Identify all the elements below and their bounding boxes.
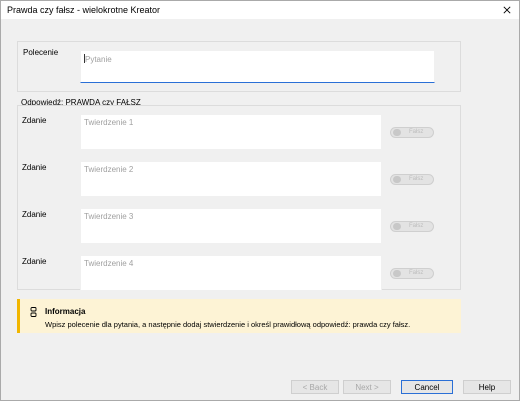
question-panel: Polecenie Pytanie: [17, 41, 461, 92]
toggle-label: Fałsz: [409, 129, 424, 135]
true-false-toggle-2[interactable]: Fałsz: [390, 174, 434, 185]
question-label: Polecenie: [23, 48, 59, 57]
statement-placeholder: Twierdzenie 1: [84, 118, 134, 127]
window-title: Prawda czy fałsz - wielokrotne Kreator: [7, 5, 161, 15]
statement-input-3[interactable]: Twierdzenie 3: [80, 208, 382, 244]
toggle-label: Fałsz: [409, 270, 424, 276]
next-button[interactable]: Next >: [343, 380, 391, 394]
close-button[interactable]: [495, 1, 519, 19]
info-icon: [30, 307, 37, 317]
answers-panel: Zdanie Twierdzenie 1 Fałsz Zdanie Twierd…: [17, 105, 461, 291]
info-text: Wpisz polecenie dla pytania, a następnie…: [45, 320, 411, 329]
statement-label: Zdanie: [22, 257, 47, 266]
info-banner: Informacja Wpisz polecenie dla pytania, …: [17, 299, 461, 333]
true-false-toggle-4[interactable]: Fałsz: [390, 268, 434, 279]
toggle-label: Fałsz: [409, 223, 424, 229]
cancel-button[interactable]: Cancel: [401, 380, 453, 394]
toggle-knob: [393, 129, 401, 136]
help-button[interactable]: Help: [463, 380, 511, 394]
statement-placeholder: Twierdzenie 2: [84, 165, 134, 174]
toggle-knob: [393, 270, 401, 277]
close-icon: [503, 6, 511, 14]
toggle-knob: [393, 176, 401, 183]
true-false-toggle-1[interactable]: Fałsz: [390, 127, 434, 138]
statement-label: Zdanie: [22, 210, 47, 219]
back-button[interactable]: < Back: [291, 380, 339, 394]
statement-label: Zdanie: [22, 163, 47, 172]
statement-input-2[interactable]: Twierdzenie 2: [80, 161, 382, 197]
question-placeholder: Pytanie: [85, 55, 112, 64]
toggle-label: Fałsz: [409, 176, 424, 182]
true-false-toggle-3[interactable]: Fałsz: [390, 221, 434, 232]
title-bar: Prawda czy fałsz - wielokrotne Kreator: [1, 1, 519, 19]
footer-buttons: < Back Next > Cancel Help: [1, 373, 519, 401]
statement-input-1[interactable]: Twierdzenie 1: [80, 114, 382, 150]
toggle-knob: [393, 223, 401, 230]
info-title: Informacja: [45, 307, 86, 316]
wizard-window: Prawda czy fałsz - wielokrotne Kreator P…: [0, 0, 520, 401]
statement-input-4[interactable]: Twierdzenie 4: [80, 255, 382, 291]
question-input[interactable]: Pytanie: [80, 50, 435, 83]
statement-placeholder: Twierdzenie 3: [84, 212, 134, 221]
statement-label: Zdanie: [22, 116, 47, 125]
statement-placeholder: Twierdzenie 4: [84, 259, 134, 268]
